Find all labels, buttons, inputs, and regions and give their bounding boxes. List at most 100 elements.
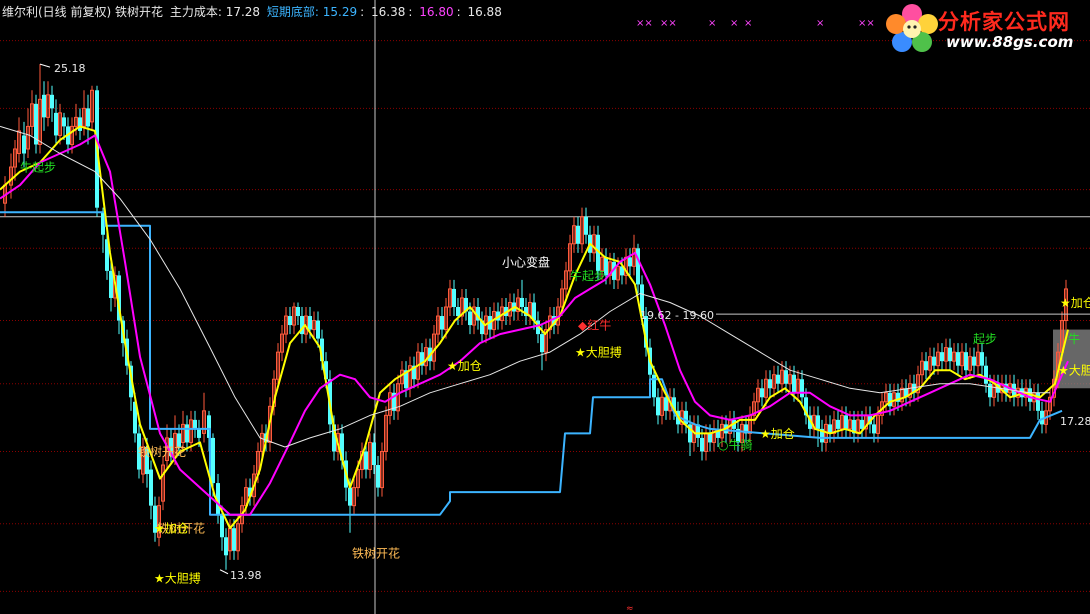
candle-body-down <box>308 316 312 330</box>
candle-body-down <box>956 352 960 366</box>
candle-body-down <box>296 307 300 317</box>
signal-annotation: 牛起步 <box>20 160 56 175</box>
candle-body-down <box>972 356 976 366</box>
candle-body-down <box>940 352 944 362</box>
candle-body-down <box>584 216 588 235</box>
candle-body-down <box>288 316 292 326</box>
candle-body-down <box>760 388 764 398</box>
price-label-pointer <box>39 63 51 68</box>
candle-body-down <box>784 370 788 384</box>
signal-annotation: ★大胆 <box>1058 364 1090 378</box>
candle-body-down <box>220 514 224 538</box>
candle-body-down <box>768 379 772 389</box>
candle-body-down <box>948 347 952 362</box>
candle-body-down <box>656 397 660 416</box>
signal-annotation: ★加仓 <box>1060 296 1090 310</box>
candle-body-down <box>700 437 704 452</box>
candle-body-down <box>652 374 656 398</box>
signal-annotation: 铁树开花 <box>352 546 400 561</box>
legend-short-bottom-value-3: 16.80 <box>419 5 454 19</box>
top-marker: × <box>744 18 752 29</box>
candle-body-down <box>980 352 984 366</box>
candle-body-down <box>364 451 368 470</box>
candle-body-down <box>792 374 796 393</box>
candle-body-down <box>316 320 320 339</box>
candle-body-down <box>86 108 90 127</box>
candle-body-down <box>78 117 82 131</box>
candle-body-down <box>932 356 936 366</box>
price-label: 17.28 <box>1060 415 1090 428</box>
legend-short-bottom-value-2: 16.38 <box>371 5 406 19</box>
candle-body-down <box>664 397 668 411</box>
candle-body-down <box>54 112 58 136</box>
candle-body-down <box>836 419 840 429</box>
candle-body-down <box>540 334 544 353</box>
legend-main-cost-label: 主力成本: <box>169 5 222 19</box>
candle-body-down <box>456 307 460 317</box>
candle-body-down <box>520 297 524 307</box>
signal-annotation: ◆红牛 <box>578 318 611 333</box>
legend-short-bottom-value-4: 16.88 <box>467 5 502 19</box>
bottom-marker: ≈ <box>626 604 634 614</box>
candle-body-down <box>776 374 780 384</box>
site-logo: 分析家公式网 www.88gs.com <box>884 2 1084 54</box>
legend-title: 维尔利(日线 前复权) 铁树开花 <box>2 5 163 19</box>
signal-annotation: ○牛骑 <box>718 437 752 452</box>
top-marker: × <box>730 18 738 29</box>
candle-body-down <box>232 528 236 551</box>
candle-body-down <box>149 469 153 506</box>
candle-body-down <box>816 415 820 429</box>
candle-body-down <box>22 135 26 154</box>
chart-legend: 维尔利(日线 前复权) 铁树开花 主力成本: 17.28 短期底部: 15.29… <box>2 3 505 20</box>
candle-body-down <box>984 365 988 384</box>
legend-short-bottom-label: 短期底部: <box>266 5 319 19</box>
candle-body-down <box>708 433 712 443</box>
top-marker: × <box>816 18 824 29</box>
candle-body-down <box>872 424 876 434</box>
legend-main-cost-value: 17.28 <box>225 5 261 19</box>
top-marker: ×× <box>660 18 677 29</box>
candle-body-down <box>440 316 444 330</box>
legend-short-bottom-value-1: 15.29 <box>322 5 358 19</box>
legend-sep-3: : <box>456 5 461 19</box>
signal-annotation: ★大胆搏 <box>575 346 622 360</box>
candle-body-down <box>924 361 928 371</box>
candle-body-down <box>185 424 189 443</box>
price-label: 13.98 <box>230 569 262 582</box>
candle-body-down <box>197 428 201 438</box>
candle-body-down <box>211 437 215 484</box>
flower-logo-icon <box>886 4 938 52</box>
candle-body-down <box>800 379 804 398</box>
signal-annotation: 铁树开花 <box>138 444 186 459</box>
signal-annotation: 牛起步 <box>570 268 606 283</box>
top-marker: ×× <box>636 18 653 29</box>
candle-body-down <box>193 419 197 429</box>
candle-body-down <box>860 419 864 429</box>
logo-url: www.88gs.com <box>946 33 1074 51</box>
logo-title: 分析家公式网 <box>938 10 1070 34</box>
signal-annotation: 牛 <box>1068 331 1080 346</box>
price-label: 19.62 - 19.60 <box>640 309 714 322</box>
candle-body-down <box>684 410 688 425</box>
candle-body-down <box>964 352 968 371</box>
price-label: 25.18 <box>54 62 86 75</box>
signal-annotation: 小心变盘 <box>502 254 550 269</box>
candle-body-down <box>468 311 472 326</box>
candle-body-down <box>844 415 848 429</box>
candle-body-down <box>988 383 992 398</box>
candle-body-down <box>576 225 580 244</box>
legend-sep-2: : <box>408 5 413 19</box>
legend-sep-1: : <box>360 5 365 19</box>
price-label-pointer <box>219 569 229 575</box>
candle-body-down <box>50 94 54 109</box>
candle-body-down <box>62 117 66 127</box>
top-marker: × <box>708 18 716 29</box>
candle-body-down <box>376 465 380 488</box>
candle-body-down <box>42 94 46 118</box>
candle-body-down <box>372 442 376 466</box>
candle-body-down <box>628 257 632 267</box>
candle-body-down <box>348 487 352 506</box>
signal-annotation: ★大胆搏 <box>154 571 201 585</box>
signal-annotation: 起步 <box>973 332 997 346</box>
candle-body-down <box>109 270 113 298</box>
